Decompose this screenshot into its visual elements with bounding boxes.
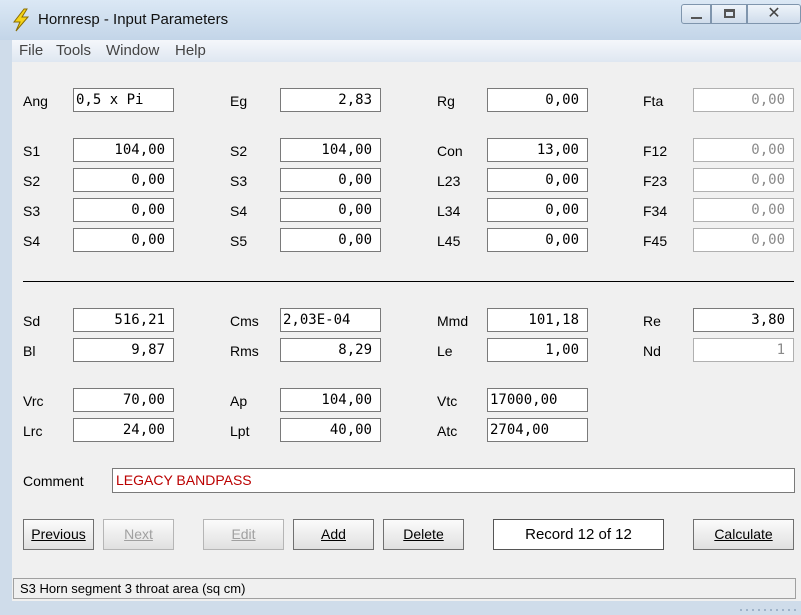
param-field-s4[interactable]: 0,00: [280, 198, 381, 222]
menu-window[interactable]: Window: [106, 42, 159, 59]
maximize-icon: [724, 9, 735, 18]
param-field-atc[interactable]: 2704,00: [487, 418, 588, 442]
param-label: S4: [230, 203, 248, 219]
param-field-vrc[interactable]: 70,00: [73, 388, 174, 412]
param-field-s1[interactable]: 104,00: [73, 138, 174, 162]
param-field-bl[interactable]: 9,87: [73, 338, 174, 362]
param-label: Ang: [23, 93, 48, 109]
param-label: S2: [230, 143, 248, 159]
section-divider: [23, 281, 794, 282]
param-label: Rg: [437, 93, 455, 109]
param-label: Eg: [230, 93, 248, 109]
menu-file[interactable]: File: [19, 42, 43, 59]
param-label: S3: [230, 173, 248, 189]
param-label: Fta: [643, 93, 664, 109]
param-field-l34[interactable]: 0,00: [487, 198, 588, 222]
comment-field[interactable]: LEGACY BANDPASS: [112, 468, 795, 493]
param-field-ang[interactable]: 0,5 x Pi: [73, 88, 174, 112]
param-label: Rms: [230, 343, 259, 359]
status-text: S3 Horn segment 3 throat area (sq cm): [13, 578, 796, 599]
param-label: F12: [643, 143, 668, 159]
close-icon: ✕: [767, 5, 781, 22]
menu-help[interactable]: Help: [175, 42, 206, 59]
param-label: Le: [437, 343, 453, 359]
param-label: Lrc: [23, 423, 43, 439]
next-button[interactable]: Next: [103, 519, 174, 550]
param-label: Bl: [23, 343, 36, 359]
param-field-s3-seg[interactable]: 0,00: [73, 198, 174, 222]
param-field-rg[interactable]: 0,00: [487, 88, 588, 112]
minimize-button[interactable]: [681, 4, 711, 24]
param-field-f34: 0,00: [693, 198, 794, 222]
param-label: F23: [643, 173, 668, 189]
param-label: F34: [643, 203, 668, 219]
param-label: F45: [643, 233, 668, 249]
param-label: Vtc: [437, 393, 458, 409]
param-field-l45[interactable]: 0,00: [487, 228, 588, 252]
param-label: S2: [23, 173, 41, 189]
maximize-button[interactable]: [711, 4, 747, 24]
comment-label: Comment: [23, 473, 84, 489]
param-field-s2-seg[interactable]: 0,00: [73, 168, 174, 192]
param-field-rms[interactable]: 8,29: [280, 338, 381, 362]
param-field-vtc[interactable]: 17000,00: [487, 388, 588, 412]
param-label: S3: [23, 203, 41, 219]
param-label: Mmd: [437, 313, 469, 329]
param-field-re[interactable]: 3,80: [693, 308, 794, 332]
param-field-mmd[interactable]: 101,18: [487, 308, 588, 332]
param-field-le[interactable]: 1,00: [487, 338, 588, 362]
lightning-bolt-icon: [12, 8, 30, 32]
param-field-s5[interactable]: 0,00: [280, 228, 381, 252]
edit-button[interactable]: Edit: [203, 519, 284, 550]
param-label: Vrc: [23, 393, 44, 409]
minimize-icon: [691, 17, 702, 19]
param-label: Sd: [23, 313, 41, 329]
param-label: S1: [23, 143, 41, 159]
param-field-con[interactable]: 13,00: [487, 138, 588, 162]
param-label: Con: [437, 143, 463, 159]
param-field-s3[interactable]: 0,00: [280, 168, 381, 192]
param-field-sd[interactable]: 516,21: [73, 308, 174, 332]
param-label: S5: [230, 233, 248, 249]
param-field-s4-seg[interactable]: 0,00: [73, 228, 174, 252]
param-label: L23: [437, 173, 461, 189]
param-field-ap[interactable]: 104,00: [280, 388, 381, 412]
param-field-fta: 0,00: [693, 88, 794, 112]
param-label: L45: [437, 233, 461, 249]
menu-tools[interactable]: Tools: [56, 42, 91, 59]
close-button[interactable]: ✕: [747, 4, 801, 24]
param-label: Nd: [643, 343, 661, 359]
param-field-f23: 0,00: [693, 168, 794, 192]
resize-grip-icon[interactable]: [730, 606, 801, 615]
input-parameters-panel: Ang 0,5 x Pi Eg 2,83 Rg 0,00 Fta 0,00 S1…: [12, 62, 801, 576]
param-field-eg[interactable]: 2,83: [280, 88, 381, 112]
param-field-l23[interactable]: 0,00: [487, 168, 588, 192]
param-field-nd: 1: [693, 338, 794, 362]
param-field-f12: 0,00: [693, 138, 794, 162]
param-field-s2[interactable]: 104,00: [280, 138, 381, 162]
param-label: Atc: [437, 423, 458, 439]
previous-button[interactable]: Previous: [23, 519, 94, 550]
param-label: L34: [437, 203, 461, 219]
calculate-button[interactable]: Calculate: [693, 519, 794, 550]
title-bar: Hornresp - Input Parameters ✕: [0, 0, 801, 40]
menu-bar: File Tools Window Help: [12, 40, 801, 62]
delete-button[interactable]: Delete: [383, 519, 464, 550]
param-field-cms[interactable]: 2,03E-04: [280, 308, 381, 332]
param-field-lrc[interactable]: 24,00: [73, 418, 174, 442]
param-field-lpt[interactable]: 40,00: [280, 418, 381, 442]
param-label: Ap: [230, 393, 248, 409]
param-label: Lpt: [230, 423, 250, 439]
add-button[interactable]: Add: [293, 519, 374, 550]
param-label: Cms: [230, 313, 259, 329]
record-indicator: Record 12 of 12: [493, 519, 664, 550]
status-bar: S3 Horn segment 3 throat area (sq cm): [12, 576, 801, 601]
param-label: Re: [643, 313, 661, 329]
param-label: S4: [23, 233, 41, 249]
window-title: Hornresp - Input Parameters: [38, 11, 229, 28]
param-field-f45: 0,00: [693, 228, 794, 252]
